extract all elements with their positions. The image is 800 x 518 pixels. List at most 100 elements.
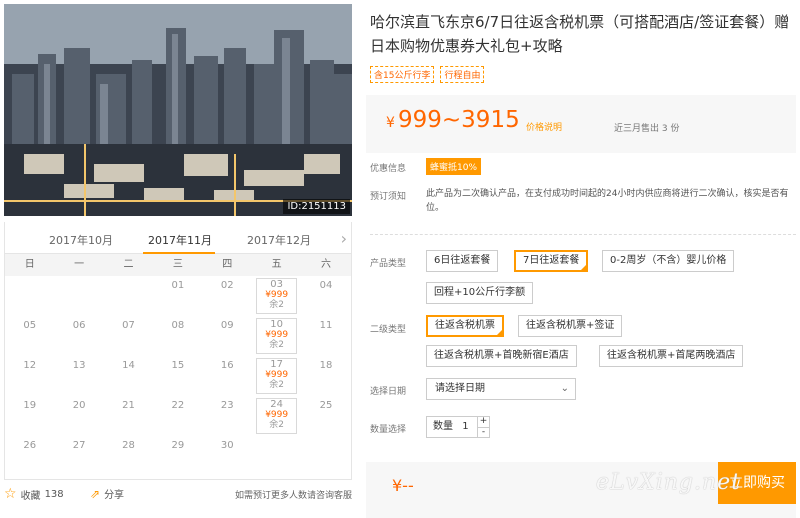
price-explain-link[interactable]: 价格说明	[526, 120, 562, 133]
weekday-header: 日 一 二 三 四 五 六	[5, 254, 351, 276]
calendar-day: 26	[5, 436, 54, 476]
share-button[interactable]: ⇗ 分享	[90, 486, 124, 502]
type-option-infant[interactable]: 0-2周岁（不含）婴儿价格	[602, 250, 735, 272]
notice-label: 预订须知	[370, 192, 407, 202]
right-column: 哈尔滨直飞东京6/7日往返含税机票（可搭配酒店/签证套餐）赠日本购物优惠券大礼包…	[366, 0, 796, 518]
product-title: 哈尔滨直飞东京6/7日往返含税机票（可搭配酒店/签证套餐）赠日本购物优惠券大礼包…	[370, 13, 790, 55]
price-box: ¥ 999~3915 价格说明 近三月售出 3 份	[366, 95, 796, 153]
calendar-day: 11	[301, 316, 350, 356]
calendar-day: 18	[301, 356, 350, 396]
day-number: 23	[220, 400, 234, 411]
minus-icon[interactable]: -	[478, 427, 489, 437]
type-option-luggage[interactable]: 回程+10公斤行李额	[426, 282, 534, 304]
day-number: 25	[319, 400, 333, 411]
calendar-day: 20	[54, 396, 103, 436]
plus-icon[interactable]: +	[478, 417, 489, 427]
discount-label: 优惠信息	[370, 164, 407, 174]
day-price: ¥999	[265, 290, 289, 300]
price-range: 999~3915	[398, 107, 520, 133]
calendar-day: 16	[203, 356, 252, 396]
calendar-day: 21	[104, 396, 153, 436]
weekday: 日	[24, 259, 35, 270]
day-number: 22	[171, 400, 185, 411]
day-number: 28	[122, 440, 135, 451]
day-number: 20	[72, 400, 86, 411]
calendar-day: 29	[153, 436, 202, 476]
month-tab-oct[interactable]: 2017年10月	[49, 232, 113, 248]
day-number: 13	[72, 360, 86, 371]
favorite-count: 138	[44, 488, 64, 500]
calendar-day-available[interactable]: 17 ¥999 余2	[255, 358, 298, 394]
tag-luggage: 含15公斤行李	[370, 66, 435, 83]
weekday: 四	[222, 259, 233, 270]
favorite-button[interactable]: ☆ 收藏 138	[4, 486, 64, 502]
day-number: 30	[220, 440, 234, 451]
weekday: 五	[271, 259, 282, 270]
share-icon: ⇗	[90, 486, 101, 501]
star-icon: ☆	[4, 486, 17, 502]
day-number: 26	[23, 440, 37, 451]
calendar-day-available[interactable]: 03 ¥999 余2	[255, 278, 298, 314]
subtype-option-hotel-e[interactable]: 往返含税机票+首晚新宿E酒店	[426, 345, 577, 367]
favorite-label: 收藏	[20, 490, 41, 502]
calendar-day: 01	[153, 276, 202, 316]
day-number: 27	[72, 440, 86, 451]
day-number: 11	[319, 320, 333, 331]
calendar-day: 15	[153, 356, 202, 396]
calendar-day-available[interactable]: 10 ¥999 余2	[255, 318, 298, 354]
calendar-day-available[interactable]: 24 ¥999 余2	[255, 398, 298, 434]
day-number: 01	[171, 280, 185, 291]
type-option-6day[interactable]: 6日往返套餐	[426, 250, 499, 272]
calendar-day	[301, 436, 350, 476]
day-number: 05	[23, 320, 37, 331]
month-tab-dec[interactable]: 2017年12月	[247, 232, 311, 248]
calendar-day: 02	[203, 276, 252, 316]
qty-prefix: 数量	[433, 421, 453, 432]
calendar-day	[5, 276, 54, 316]
subtype-option-ticket[interactable]: 往返含税机票	[426, 315, 504, 337]
type-option-7day[interactable]: 7日往返套餐	[514, 250, 589, 272]
day-number: 04	[319, 280, 333, 291]
day-number: 29	[171, 440, 185, 451]
currency-symbol: ¥	[386, 115, 395, 131]
divider	[370, 234, 796, 235]
calendar-day: 12	[5, 356, 54, 396]
calendar-day: 30	[203, 436, 252, 476]
day-number: 10	[270, 319, 284, 330]
subtype-label: 二级类型	[370, 325, 407, 335]
more-people-hint: 如需预订更多人数请咨询客服	[234, 491, 352, 501]
day-number: 21	[122, 400, 135, 411]
product-photo: ID:2151113	[4, 4, 352, 216]
day-number: 12	[23, 360, 37, 371]
calendar-day: 23	[203, 396, 252, 436]
chevron-right-icon[interactable]: ›	[341, 229, 347, 248]
calendar-day: 08	[153, 316, 202, 356]
day-remaining: 余2	[269, 420, 285, 430]
calendar-day	[104, 276, 153, 316]
weekday: 六	[321, 259, 332, 270]
day-number: 16	[220, 360, 234, 371]
discount-badge: 蜂蜜抵10%	[426, 158, 482, 175]
calendar-day: 27	[54, 436, 103, 476]
weekday: 一	[74, 259, 85, 270]
quantity-stepper[interactable]: 数量 1 + -	[426, 416, 490, 438]
calendar-day: 14	[104, 356, 153, 396]
day-number: 24	[270, 399, 284, 410]
calendar-day: 28	[104, 436, 153, 476]
month-tab-nov[interactable]: 2017年11月	[148, 232, 212, 248]
subtype-option-two-nights[interactable]: 往返含税机票+首尾两晚酒店	[599, 345, 744, 367]
subtype-option-visa[interactable]: 往返含税机票+签证	[518, 315, 623, 337]
city-skyline-image	[4, 4, 352, 216]
calendar-grid: 01 02 03 ¥999 余2 04 05 06 07 08 09 10 ¥999 余2 11 12 13 14…	[5, 276, 351, 476]
day-price: ¥999	[265, 330, 289, 340]
day-number: 06	[72, 320, 86, 331]
calendar-day	[252, 436, 301, 476]
photo-id-label: ID:2151113	[283, 199, 350, 214]
calendar-day: 04	[301, 276, 350, 316]
date-select[interactable]: 请选择日期 ⌄	[426, 378, 576, 400]
calendar-day	[54, 276, 103, 316]
qty-steps: + -	[477, 417, 489, 437]
day-number: 08	[171, 320, 185, 331]
day-remaining: 余2	[269, 300, 285, 310]
product-tags: 含15公斤行李 行程自由	[370, 66, 485, 83]
